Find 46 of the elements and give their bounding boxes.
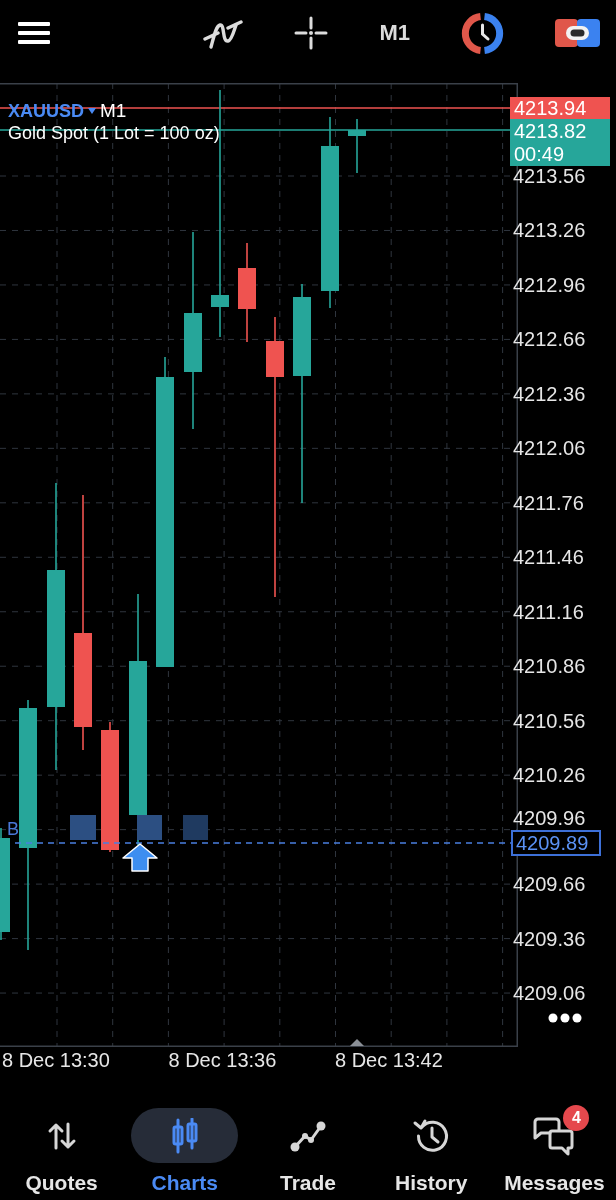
price-axis-label: 4211.76 — [513, 491, 584, 514]
price-axis-label: 4213.26 — [513, 219, 586, 242]
more-icon[interactable] — [548, 1013, 582, 1023]
nav-tab[interactable]: 4 Messages — [492, 1096, 616, 1200]
current-price-tag: 4209.89 — [511, 830, 601, 856]
bid-price: 4213.82 — [514, 120, 587, 143]
timeframe-button[interactable]: M1 — [379, 20, 410, 46]
price-axis-label: 4210.56 — [513, 709, 586, 732]
triangle-marker-icon — [350, 1039, 364, 1046]
price-axis-label: 4209.96 — [513, 807, 586, 829]
candlestick-icon — [169, 1117, 200, 1154]
menu-icon[interactable] — [18, 22, 50, 44]
price-axis-label: 4212.66 — [513, 328, 586, 351]
crosshair-icon[interactable] — [294, 16, 329, 50]
order-label: B — [7, 819, 19, 839]
blurred-block — [137, 815, 162, 840]
nav-tab[interactable]: Trade — [246, 1096, 370, 1200]
nav-tab[interactable]: History — [369, 1096, 493, 1200]
price-axis-label: 4212.36 — [513, 382, 586, 405]
toggle-icon[interactable] — [555, 18, 600, 48]
blurred-block — [183, 815, 208, 840]
clock-icon[interactable] — [461, 11, 504, 55]
nav-tab[interactable]: Charts — [123, 1096, 247, 1200]
price-axis-label: 4209.06 — [513, 982, 586, 1005]
price-axis-label: 4209.66 — [513, 873, 586, 896]
candle — [348, 118, 366, 174]
price-axis-label: 4209.36 — [513, 927, 586, 950]
bar-countdown: 00:49 — [514, 143, 565, 166]
time-axis-label: 8 Dec 13:36 — [168, 1048, 277, 1072]
symbol-description: Gold Spot (1 Lot = 100 oz) — [8, 122, 220, 145]
up-arrow-icon — [122, 843, 158, 872]
price-axis-label: 4211.16 — [513, 600, 584, 623]
blurred-block — [70, 815, 96, 840]
up-down-arrows-icon — [46, 1120, 77, 1151]
price-axis-label: 4210.26 — [513, 764, 586, 787]
price-axis-label: 4212.96 — [513, 273, 586, 296]
ask-price-tag: 4213.94 — [510, 97, 610, 119]
notification-badge: 4 — [563, 1104, 590, 1131]
time-axis-label: 8 Dec 13:30 — [2, 1048, 110, 1072]
time-axis-label: 8 Dec 13:42 — [335, 1048, 443, 1072]
caret-icon[interactable] — [88, 107, 96, 114]
price-axis-label: 4213.56 — [513, 165, 586, 187]
price-axis-label: 4211.46 — [513, 546, 584, 569]
nav-tab[interactable]: Quotes — [0, 1096, 124, 1200]
price-axis-label: 4212.06 — [513, 437, 586, 460]
price-axis-label: 4210.86 — [513, 655, 586, 678]
